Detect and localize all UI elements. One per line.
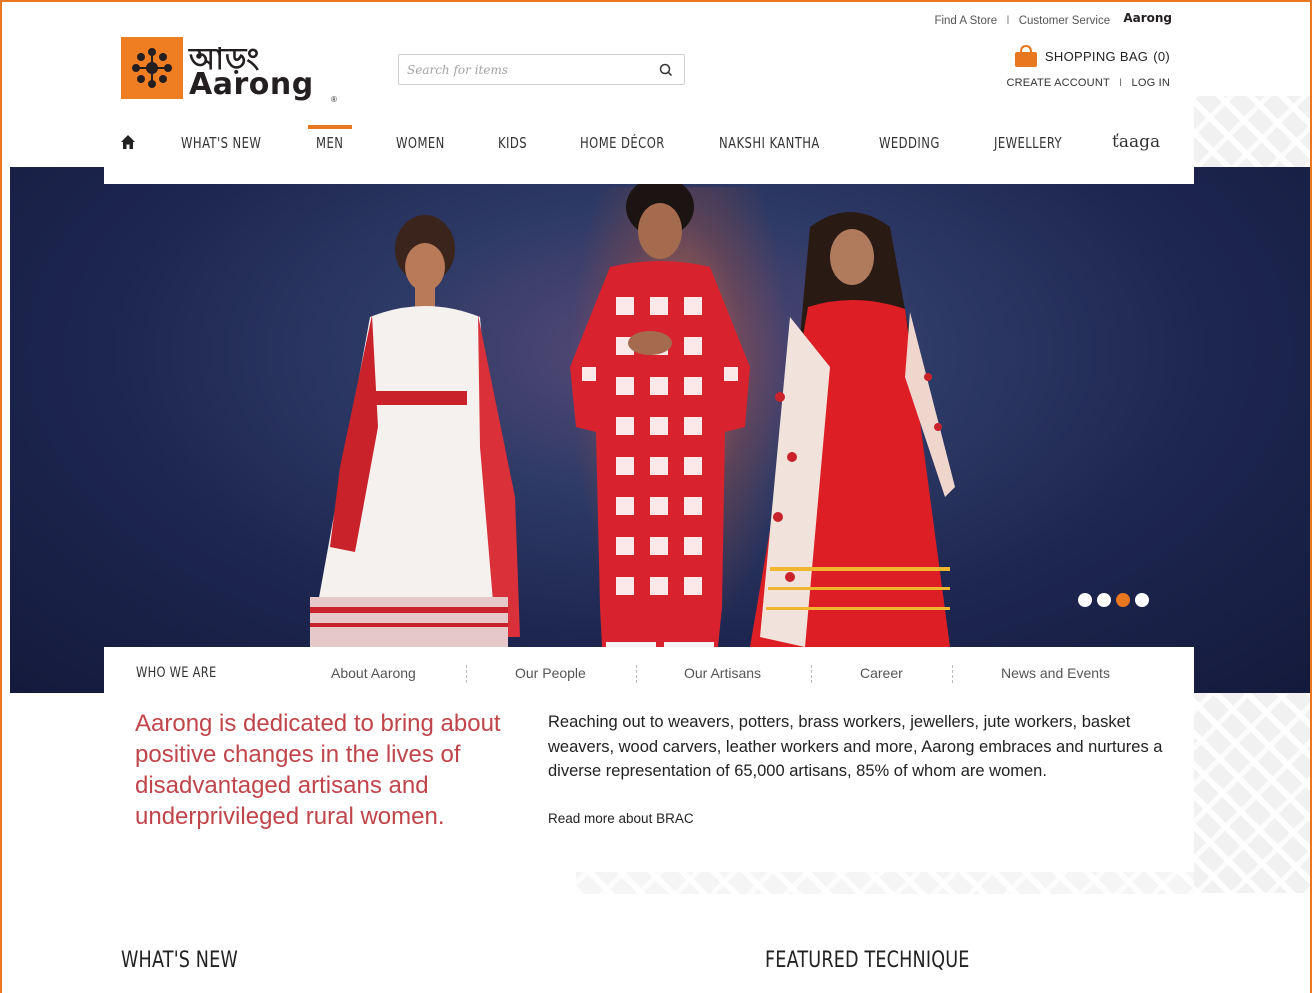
hero-banner[interactable] <box>10 167 1310 693</box>
model-center <box>570 177 750 692</box>
site-header: আড়ং Aarong ® Find A Store I Customer Se… <box>104 0 1194 184</box>
carousel-dot[interactable] <box>1135 593 1149 607</box>
nav-item-nakshi-kantha[interactable]: NAKSHI KANTHA <box>719 134 820 152</box>
nav-active-indicator <box>308 125 352 129</box>
shopping-bag-icon <box>1014 44 1037 67</box>
subnav-link-about-aarong[interactable]: About Aarong <box>331 665 416 681</box>
about-paragraph: Reaching out to weavers, potters, brass … <box>548 713 1163 780</box>
decorative-pattern <box>576 872 1194 894</box>
logo-emblem-icon <box>121 37 183 99</box>
shopping-bag-label: SHOPPING BAG <box>1044 48 1149 64</box>
nav-item-whats-new[interactable]: WHAT'S NEW <box>181 134 261 152</box>
nav-item-home-decor[interactable]: HOME DÉCOR <box>580 134 665 152</box>
subnav-link-career[interactable]: Career <box>860 665 903 681</box>
model-left <box>310 215 520 647</box>
separator: I <box>1118 77 1123 89</box>
nav-item-kids[interactable]: KIDS <box>498 134 527 152</box>
mission-statement: Aarong is dedicated to bring about posit… <box>135 710 501 830</box>
shopping-bag[interactable]: SHOPPING BAG (0) <box>1013 44 1170 68</box>
utility-links: Find A Store I Customer Service Aarong <box>934 11 1172 28</box>
decorative-pattern <box>1194 693 1310 893</box>
find-store-link[interactable]: Find A Store <box>934 15 997 27</box>
carousel-dot[interactable] <box>1078 593 1092 607</box>
carousel-dot-active[interactable] <box>1116 593 1130 607</box>
subnav-link-news-events[interactable]: News and Events <box>1001 665 1110 681</box>
model-right <box>750 212 955 647</box>
subnav-link-our-artisans[interactable]: Our Artisans <box>684 665 761 681</box>
aarong-logo[interactable]: আড়ং Aarong ® <box>121 35 337 105</box>
divider <box>466 665 467 683</box>
divider <box>952 665 953 683</box>
read-more-brac-link[interactable]: Read more about BRAC <box>548 811 694 826</box>
home-icon[interactable] <box>120 134 136 150</box>
nav-item-taaga[interactable]: ťaaga <box>1112 132 1160 152</box>
who-we-are-title: WHO WE ARE <box>136 665 217 681</box>
subnav-link-our-people[interactable]: Our People <box>515 665 586 681</box>
divider <box>636 665 637 683</box>
login-link[interactable]: LOG IN <box>1132 77 1171 89</box>
main-nav: WHAT'S NEW MEN WOMEN KIDS HOME DÉCOR NAK… <box>104 124 1194 168</box>
divider <box>811 665 812 683</box>
logo-registered-mark: ® <box>331 95 337 104</box>
decorative-pattern <box>1194 96 1310 168</box>
hero-models-image <box>310 177 955 692</box>
shopping-bag-count: (0) <box>1153 48 1170 64</box>
aarong-mini-logo[interactable]: Aarong <box>1123 11 1172 25</box>
search-input[interactable] <box>407 61 647 79</box>
nav-item-men[interactable]: MEN <box>316 134 343 152</box>
whats-new-heading: WHAT'S NEW <box>121 948 238 973</box>
nav-item-women[interactable]: WOMEN <box>396 134 445 152</box>
create-account-link[interactable]: CREATE ACCOUNT <box>1006 77 1109 89</box>
search-icon[interactable] <box>658 62 674 78</box>
nav-item-jewellery[interactable]: JEWELLERY <box>994 134 1062 152</box>
separator: I <box>1006 15 1010 27</box>
featured-technique-heading: FEATURED TECHNIQUE <box>765 948 970 973</box>
customer-service-link[interactable]: Customer Service <box>1019 15 1110 27</box>
who-we-are-bar: WHO WE ARE About Aarong Our People Our A… <box>104 647 1194 697</box>
logo-text-english: Aarong <box>189 67 314 102</box>
carousel-dots <box>1078 593 1149 607</box>
account-links: CREATE ACCOUNT I LOG IN <box>1006 77 1170 89</box>
carousel-dot[interactable] <box>1097 593 1111 607</box>
nav-item-wedding[interactable]: WEDDING <box>879 134 940 152</box>
search-box <box>398 54 685 85</box>
